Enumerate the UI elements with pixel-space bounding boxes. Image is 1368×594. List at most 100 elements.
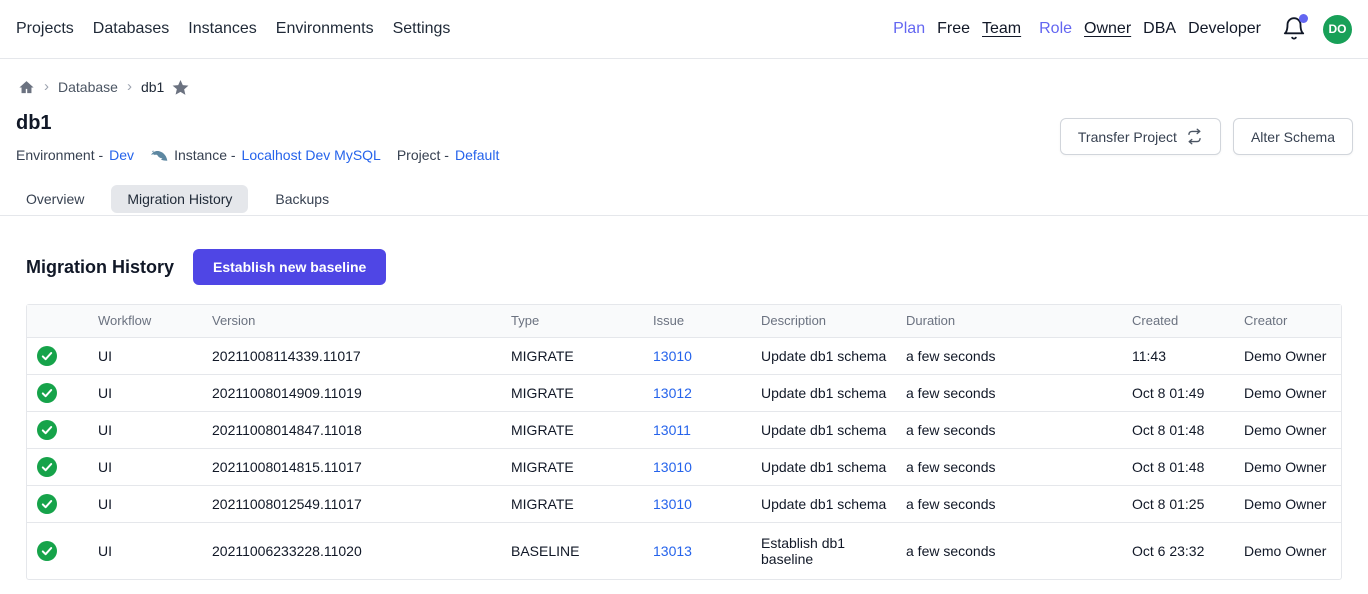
cell-type: MIGRATE	[511, 374, 653, 411]
cell-type: MIGRATE	[511, 448, 653, 485]
column-header-created: Created	[1132, 305, 1244, 337]
plan-current-value: Free	[937, 20, 970, 38]
issue-link[interactable]: 13010	[653, 496, 692, 512]
cell-description: Update db1 schema	[761, 485, 906, 522]
cell-workflow: UI	[98, 337, 212, 374]
issue-link[interactable]: 13010	[653, 459, 692, 475]
cell-version: 20211006233228.11020	[212, 522, 511, 579]
environment-label: Environment -	[16, 145, 103, 165]
tab-migration-history[interactable]: Migration History	[111, 185, 248, 213]
migration-history-table: Workflow Version Type Issue Description …	[26, 304, 1342, 580]
issue-link[interactable]: 13013	[653, 543, 692, 559]
nav-item-projects[interactable]: Projects	[16, 20, 74, 38]
nav-item-instances[interactable]: Instances	[188, 20, 256, 38]
cell-workflow: UI	[98, 485, 212, 522]
project-label: Project -	[397, 145, 449, 165]
environment-link[interactable]: Dev	[109, 145, 134, 165]
migration-history-row[interactable]: UI 20211008014909.11019 MIGRATE 13012 Up…	[27, 374, 1341, 411]
nav-item-settings[interactable]: Settings	[393, 20, 451, 38]
plan-upgrade-link[interactable]: Team	[982, 20, 1021, 38]
table-header-row: Workflow Version Type Issue Description …	[27, 305, 1341, 337]
breadcrumb-item-database[interactable]: Database	[58, 79, 118, 95]
cell-duration: a few seconds	[906, 411, 1132, 448]
establish-new-baseline-button[interactable]: Establish new baseline	[193, 249, 386, 285]
cell-description: Establish db1 baseline	[761, 522, 906, 579]
alter-schema-button[interactable]: Alter Schema	[1233, 118, 1353, 155]
issue-link[interactable]: 13012	[653, 385, 692, 401]
success-check-icon	[37, 346, 57, 366]
cell-created: Oct 6 23:32	[1132, 522, 1244, 579]
page-content: › Database › db1 db1 Environment - Dev I…	[0, 59, 1368, 580]
cell-created: 11:43	[1132, 337, 1244, 374]
instance-label: Instance -	[174, 145, 235, 165]
cell-description: Update db1 schema	[761, 448, 906, 485]
column-header-type: Type	[511, 305, 653, 337]
tab-overview[interactable]: Overview	[10, 185, 100, 213]
alter-schema-label: Alter Schema	[1251, 129, 1335, 145]
column-header-duration: Duration	[906, 305, 1132, 337]
cell-created: Oct 8 01:25	[1132, 485, 1244, 522]
issue-link[interactable]: 13011	[653, 422, 691, 438]
mysql-dolphin-icon	[150, 149, 168, 162]
tab-backups[interactable]: Backups	[259, 185, 345, 213]
role-option-developer[interactable]: Developer	[1188, 20, 1261, 38]
issue-link[interactable]: 13010	[653, 348, 692, 364]
role-option-dba[interactable]: DBA	[1143, 20, 1176, 38]
cell-duration: a few seconds	[906, 337, 1132, 374]
migration-history-row[interactable]: UI 20211008012549.11017 MIGRATE 13010 Up…	[27, 485, 1341, 522]
nav-item-databases[interactable]: Databases	[93, 20, 170, 38]
cell-type: BASELINE	[511, 522, 653, 579]
home-icon[interactable]	[18, 79, 35, 96]
cell-duration: a few seconds	[906, 485, 1132, 522]
cell-version: 20211008014909.11019	[212, 374, 511, 411]
plan-label: Plan	[893, 20, 925, 38]
migration-history-row[interactable]: UI 20211008014847.11018 MIGRATE 13011 Up…	[27, 411, 1341, 448]
success-check-icon	[37, 494, 57, 514]
chevron-right-icon: ›	[44, 79, 49, 96]
nav-item-environments[interactable]: Environments	[276, 20, 374, 38]
column-header-version: Version	[212, 305, 511, 337]
cell-duration: a few seconds	[906, 374, 1132, 411]
instance-link[interactable]: Localhost Dev MySQL	[242, 145, 381, 165]
migration-history-row[interactable]: UI 20211008114339.11017 MIGRATE 13010 Up…	[27, 337, 1341, 374]
migration-history-row[interactable]: UI 20211006233228.11020 BASELINE 13013 E…	[27, 522, 1341, 579]
database-tabs: Overview Migration History Backups	[0, 185, 1368, 216]
role-label: Role	[1039, 20, 1072, 38]
favorite-star-icon[interactable]	[171, 78, 190, 97]
cell-creator: Demo Owner	[1244, 485, 1341, 522]
success-check-icon	[37, 420, 57, 440]
cell-description: Update db1 schema	[761, 337, 906, 374]
account-area: Plan Free Team Role Owner DBA Developer …	[893, 15, 1352, 44]
bell-icon	[1281, 29, 1307, 46]
notification-bell-button[interactable]	[1281, 16, 1307, 42]
cell-creator: Demo Owner	[1244, 522, 1341, 579]
cell-type: MIGRATE	[511, 485, 653, 522]
cell-creator: Demo Owner	[1244, 374, 1341, 411]
section-title: Migration History	[26, 257, 174, 278]
cell-created: Oct 8 01:49	[1132, 374, 1244, 411]
breadcrumb: › Database › db1	[0, 59, 1368, 97]
role-option-owner[interactable]: Owner	[1084, 20, 1131, 38]
project-link[interactable]: Default	[455, 145, 499, 165]
success-check-icon	[37, 457, 57, 477]
success-check-icon	[37, 541, 57, 561]
cell-type: MIGRATE	[511, 411, 653, 448]
migration-history-row[interactable]: UI 20211008014815.11017 MIGRATE 13010 Up…	[27, 448, 1341, 485]
avatar[interactable]: DO	[1323, 15, 1352, 44]
cell-workflow: UI	[98, 411, 212, 448]
transfer-project-button[interactable]: Transfer Project	[1060, 118, 1221, 155]
cell-creator: Demo Owner	[1244, 337, 1341, 374]
column-header-issue: Issue	[653, 305, 761, 337]
cell-workflow: UI	[98, 522, 212, 579]
cell-creator: Demo Owner	[1244, 448, 1341, 485]
transfer-project-label: Transfer Project	[1078, 129, 1177, 145]
column-header-workflow: Workflow	[98, 305, 212, 337]
success-check-icon	[37, 383, 57, 403]
notification-dot	[1299, 14, 1308, 23]
breadcrumb-item-db1: db1	[141, 79, 164, 95]
cell-workflow: UI	[98, 448, 212, 485]
cell-duration: a few seconds	[906, 448, 1132, 485]
cell-duration: a few seconds	[906, 522, 1132, 579]
cell-version: 20211008012549.11017	[212, 485, 511, 522]
cell-version: 20211008114339.11017	[212, 337, 511, 374]
